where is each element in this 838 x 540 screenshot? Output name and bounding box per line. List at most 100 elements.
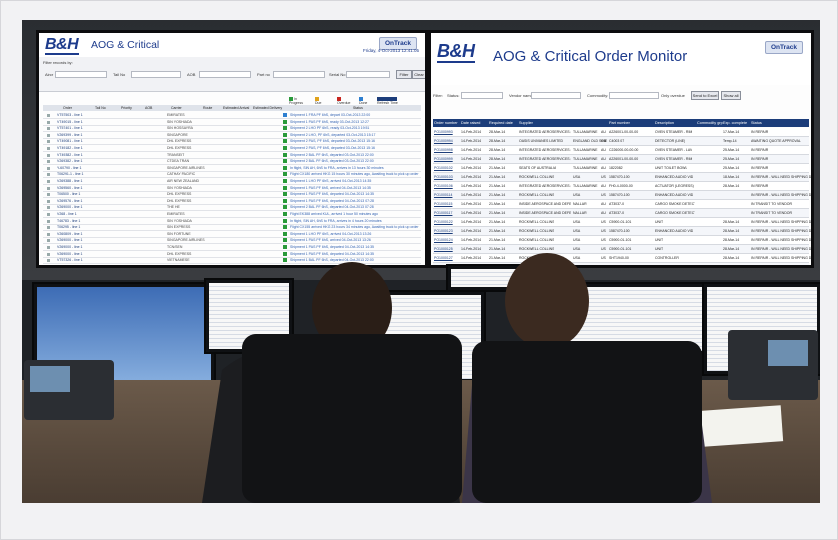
country-cell: GB [601,139,607,143]
status-cell: In flight, SIN AH, 6hS to FRA, arrives i… [290,165,384,170]
date-raised-cell: 14-Feb-2014 [461,184,482,188]
table-row[interactable]: PO1000117 14-Feb-2014 21-Mar-14 INSIDE AERO… [433,209,809,218]
commodity-select[interactable] [609,92,659,99]
status-indicator [283,113,287,117]
filter-caption: Filter records by: [43,60,73,65]
location-cell: USA [573,238,581,242]
row-icon [47,133,50,137]
table-row[interactable]: PO1000102 14-Feb-2014 21-Mar-14 SEATS OF AU… [433,164,809,173]
order-number-cell[interactable]: PO1000115 [434,202,452,206]
status-cell: Shipment 1 PAS PF 6hS, departed 04-Oct-2… [290,245,374,249]
order-number-cell[interactable]: PO1000994 [434,139,453,143]
order-number-cell[interactable]: PO1000998 [434,148,453,152]
order-cell[interactable]: VT57401 - line 1 [57,126,83,130]
order-cell[interactable]: T06500 - line 1 [57,192,80,196]
table-row[interactable]: PO1000994 14-Feb-2014 28-Mar-14 OASIS UNIVA… [433,137,809,146]
order-cell[interactable]: T46783 - line 1 [57,219,80,223]
order-cell[interactable]: T06291-1 - line 1 [57,172,83,176]
status-indicator [283,218,287,223]
col-priority: Priority [121,106,132,110]
order-number-cell[interactable]: PO1000993 [434,130,453,134]
order-number-cell[interactable]: PO1000123 [434,229,453,233]
country-cell: AU [601,157,606,161]
only-overdue-checkbox[interactable]: Only overdue [661,93,685,98]
country-cell: US [601,220,606,224]
order-cell[interactable]: VT49081 - line 1 [57,139,83,143]
order-cell[interactable]: V269382 - line 1 [57,159,83,163]
table-row[interactable]: PO1000114 14-Feb-2014 21-Mar-14 ROCKWELL CO… [433,191,811,200]
filter-input-serial[interactable] [346,71,390,78]
order-cell[interactable]: V268 - line 1 [57,212,77,216]
status-indicator [283,231,287,236]
ontrack-badge-right[interactable]: OnTrack [764,41,803,54]
description-cell: UNIT [655,238,664,242]
order-cell[interactable]: Y-60790 - line 1 [57,166,81,170]
col-description: Description [655,121,674,125]
row-icon [47,140,50,144]
table-row[interactable]: PO1000103 14-Feb-2014 21-Mar-14 ROCKWELL CO… [433,173,811,182]
table-row[interactable]: PO1000999 14-Feb-2014 28-Mar-14 INTEGRATED … [433,155,809,164]
show-all-button[interactable]: Show all [721,91,741,100]
description-cell: OVEN STEAMER - RIM [655,157,693,161]
description-cell: UNIT TOILET BOWL [655,166,688,170]
send-to-excel-button[interactable]: Send to Excel [691,91,719,100]
row-icon [47,252,50,256]
order-cell[interactable]: V269388 - line 1 [57,179,83,183]
table-row[interactable]: PO1000993 14-Feb-2014 28-Mar-14 INTEGRATED … [433,128,809,137]
order-number-cell[interactable]: PO1000122 [434,220,453,224]
clear-button[interactable]: Clear [412,70,425,79]
order-cell[interactable]: VT57503 - line 1 [57,113,83,117]
filter-input-aircr[interactable] [55,71,107,78]
table-row[interactable]: PO1000106 14-Feb-2014 21-Mar-14 INTEGRATED … [433,182,809,191]
status-cell: IN REPAIR - WILL NEED SHIPPING DATE [751,220,813,224]
filter-input-tail[interactable] [131,71,181,78]
part-number-cell: C5900-01-101 [609,220,632,224]
required-date-cell: 21-Mar-14 [489,211,506,215]
order-cell[interactable]: V269399 - line 1 [57,133,83,137]
filter-input-part[interactable] [273,71,325,78]
order-number-cell[interactable]: PO1000106 [434,184,453,188]
order-cell[interactable]: T06295 - line 1 [57,225,80,229]
status-select[interactable] [461,92,503,99]
order-number-cell[interactable]: PO1000999 [434,157,453,161]
table-row[interactable]: PO1000115 14-Feb-2014 21-Mar-14 INSIDE AERO… [433,200,809,209]
supplier-cell: ROCKWELL COLLINS [519,175,555,179]
order-cell[interactable]: VT49382 - line 1 [57,153,83,157]
order-cell[interactable]: VT49182 - line 1 [57,146,83,150]
status-cell: Flight CX180 arrived HKG 15 hours 30 min… [290,172,419,177]
order-number-cell[interactable]: PO1000124 [434,238,453,242]
description-cell: OVEN STEAMER - LAV [655,148,693,152]
left-wall-monitor: B&H AOG & Critical OnTrack Friday, 4-Oct… [36,30,428,268]
order-cell[interactable]: VT4320 - line 1 [57,265,81,266]
country-cell: AU [601,148,606,152]
order-cell[interactable]: V269000 - line 1 [57,238,83,242]
country-cell: AU [601,184,606,188]
order-cell[interactable]: V260809 - line 1 [57,232,83,236]
table-row[interactable]: PO1000123 14-Feb-2014 21-Mar-14 ROCKWELL CO… [433,227,811,236]
filter-input-aob[interactable] [199,71,251,78]
carrier-cell: DHL EXPRESS [167,139,192,144]
order-cell[interactable]: V269576 - line 1 [57,199,83,203]
table-row[interactable]: PO1000124 14-Feb-2014 21-Mar-14 ROCKWELL CO… [433,236,811,245]
left-filter-bar: Filter records by: Aircr Tail No AOB Par… [39,57,425,92]
order-cell[interactable]: VT57326 - line 1 [57,258,83,262]
part-number-cell: AT3037-0 [609,211,625,215]
order-cell[interactable]: V269560 - line 1 [57,186,83,190]
vendor-input[interactable] [531,92,581,99]
status-indicator [283,198,287,203]
order-cell[interactable]: VT49015 - line 1 [57,120,83,124]
filter-button[interactable]: Filter [396,70,412,79]
order-number-cell[interactable]: PO1000117 [434,211,452,215]
status-cell: Shipment 1 PAS PF 6hS, ready 03-Oct-2013… [290,119,369,124]
table-row[interactable]: PO1000122 14-Feb-2014 21-Mar-14 ROCKWELL CO… [433,218,811,227]
status-cell: IN REPAIR - WILL NEED SHIPPING DATE [751,247,813,251]
order-number-cell[interactable]: PO1000102 [434,166,453,170]
order-cell[interactable]: V269000 - line 1 [57,245,83,249]
order-number-cell[interactable]: PO1000103 [434,175,453,179]
supplier-cell: ROCKWELL COLLINS [519,229,555,233]
table-row[interactable]: PO1000998 14-Feb-2014 28-Mar-14 INTEGRATED … [433,146,809,155]
order-cell[interactable]: V269000 - line 1 [57,252,83,256]
order-number-cell[interactable]: PO1000114 [434,193,452,197]
order-cell[interactable]: V269000 - line 1 [57,205,83,209]
phone-screen [768,340,808,366]
